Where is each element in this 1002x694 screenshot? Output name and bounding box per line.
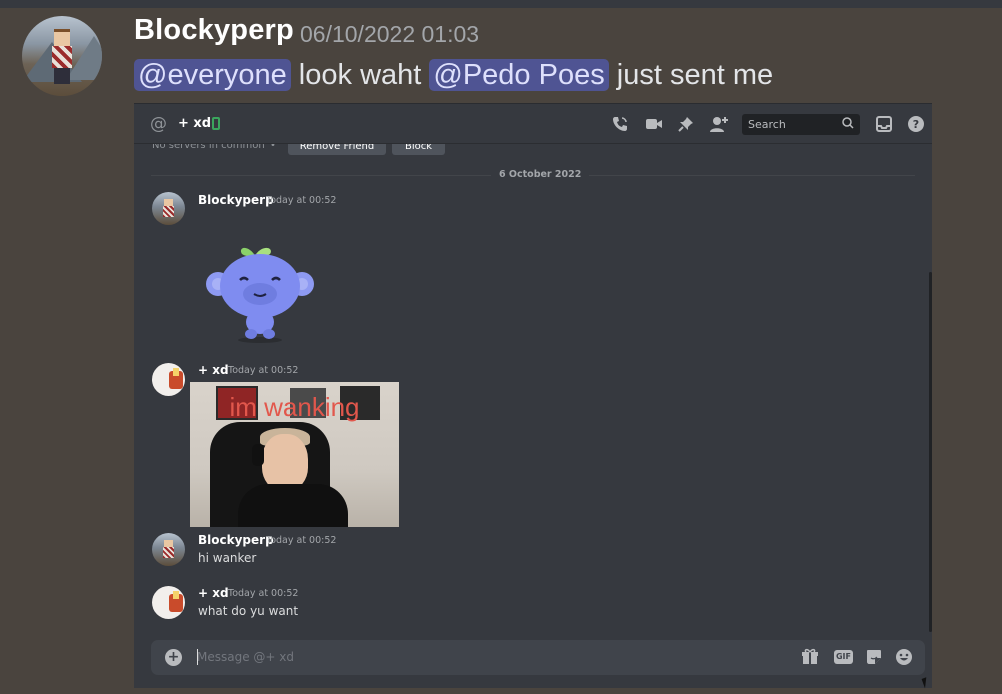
message-avatar[interactable] xyxy=(152,192,185,225)
author-avatar[interactable] xyxy=(22,16,102,96)
gift-icon[interactable] xyxy=(801,648,819,666)
mobile-status-icon xyxy=(212,117,220,130)
wumpus-sticker[interactable] xyxy=(204,242,316,344)
message-content: hi wanker xyxy=(198,551,257,565)
message-avatar[interactable] xyxy=(152,586,185,619)
pin-icon[interactable] xyxy=(676,115,696,133)
message-avatar[interactable] xyxy=(152,363,185,396)
search-input[interactable]: Search xyxy=(742,114,860,135)
avatar-figure xyxy=(163,206,174,217)
message-composer[interactable]: + Message @+ xd GIF xyxy=(151,640,925,675)
search-placeholder: Search xyxy=(748,118,786,131)
author-username[interactable]: Blockyperp xyxy=(134,14,294,47)
message-input-placeholder[interactable]: Message @+ xd xyxy=(197,650,294,664)
mention-everyone[interactable]: @everyone xyxy=(134,59,291,91)
help-icon[interactable]: ? xyxy=(906,115,926,133)
avatar-figure xyxy=(54,68,70,84)
avatar-figure xyxy=(163,547,174,558)
gif-icon[interactable]: GIF xyxy=(834,650,853,664)
mention-user[interactable]: @Pedo Poes xyxy=(429,59,609,91)
mouse-cursor xyxy=(921,675,935,689)
sticker-icon[interactable] xyxy=(865,648,883,666)
date-divider-label: 6 October 2022 xyxy=(491,169,590,180)
top-bar xyxy=(0,0,1002,8)
avatar-figure xyxy=(173,591,179,599)
message-timestamp: Today at 00:52 xyxy=(266,195,337,206)
scrollbar[interactable] xyxy=(929,272,932,632)
inbox-icon[interactable] xyxy=(874,115,894,133)
svg-text:?: ? xyxy=(913,118,919,131)
video-camera-icon[interactable] xyxy=(644,115,664,133)
message-text: just sent me xyxy=(608,59,774,91)
message-author[interactable]: Blockyperp xyxy=(198,533,274,547)
message-content: @everyone look waht @Pedo Poes just sent… xyxy=(134,59,773,92)
message-timestamp: Today at 00:52 xyxy=(266,535,337,546)
person-shirt xyxy=(238,484,348,527)
message-avatar[interactable] xyxy=(152,533,185,566)
person-face xyxy=(262,434,308,490)
phone-call-icon[interactable] xyxy=(610,115,630,133)
message-timestamp: Today at 00:52 xyxy=(228,588,299,599)
attach-plus-icon[interactable]: + xyxy=(165,649,182,666)
message-text: look waht xyxy=(290,59,430,91)
screenshot-attachment[interactable]: No servers in common • Remove Friend Blo… xyxy=(134,103,932,688)
message-author[interactable]: + xd xyxy=(198,586,229,600)
search-icon xyxy=(842,116,854,133)
message-timestamp: 06/10/2022 01:03 xyxy=(300,21,480,47)
headset xyxy=(252,444,264,466)
gif-attachment[interactable]: im wanking xyxy=(190,382,399,527)
at-icon: @ xyxy=(150,114,167,134)
avatar-figure xyxy=(52,46,72,68)
emoji-icon[interactable] xyxy=(895,648,913,666)
message-timestamp: Today at 00:52 xyxy=(228,365,299,376)
message-author[interactable]: + xd xyxy=(198,363,229,377)
message-content: what do yu want xyxy=(198,604,299,618)
channel-name: + xd xyxy=(178,116,212,131)
avatar-figure xyxy=(173,368,179,376)
message-author[interactable]: Blockyperp xyxy=(198,193,274,207)
add-friend-icon[interactable] xyxy=(709,115,729,133)
avatar-figure xyxy=(164,199,173,206)
avatar-figure xyxy=(164,540,173,547)
channel-header: @ + xd Search ? xyxy=(134,104,932,144)
gif-caption: im wanking xyxy=(229,392,360,422)
avatar-figure xyxy=(54,32,70,46)
